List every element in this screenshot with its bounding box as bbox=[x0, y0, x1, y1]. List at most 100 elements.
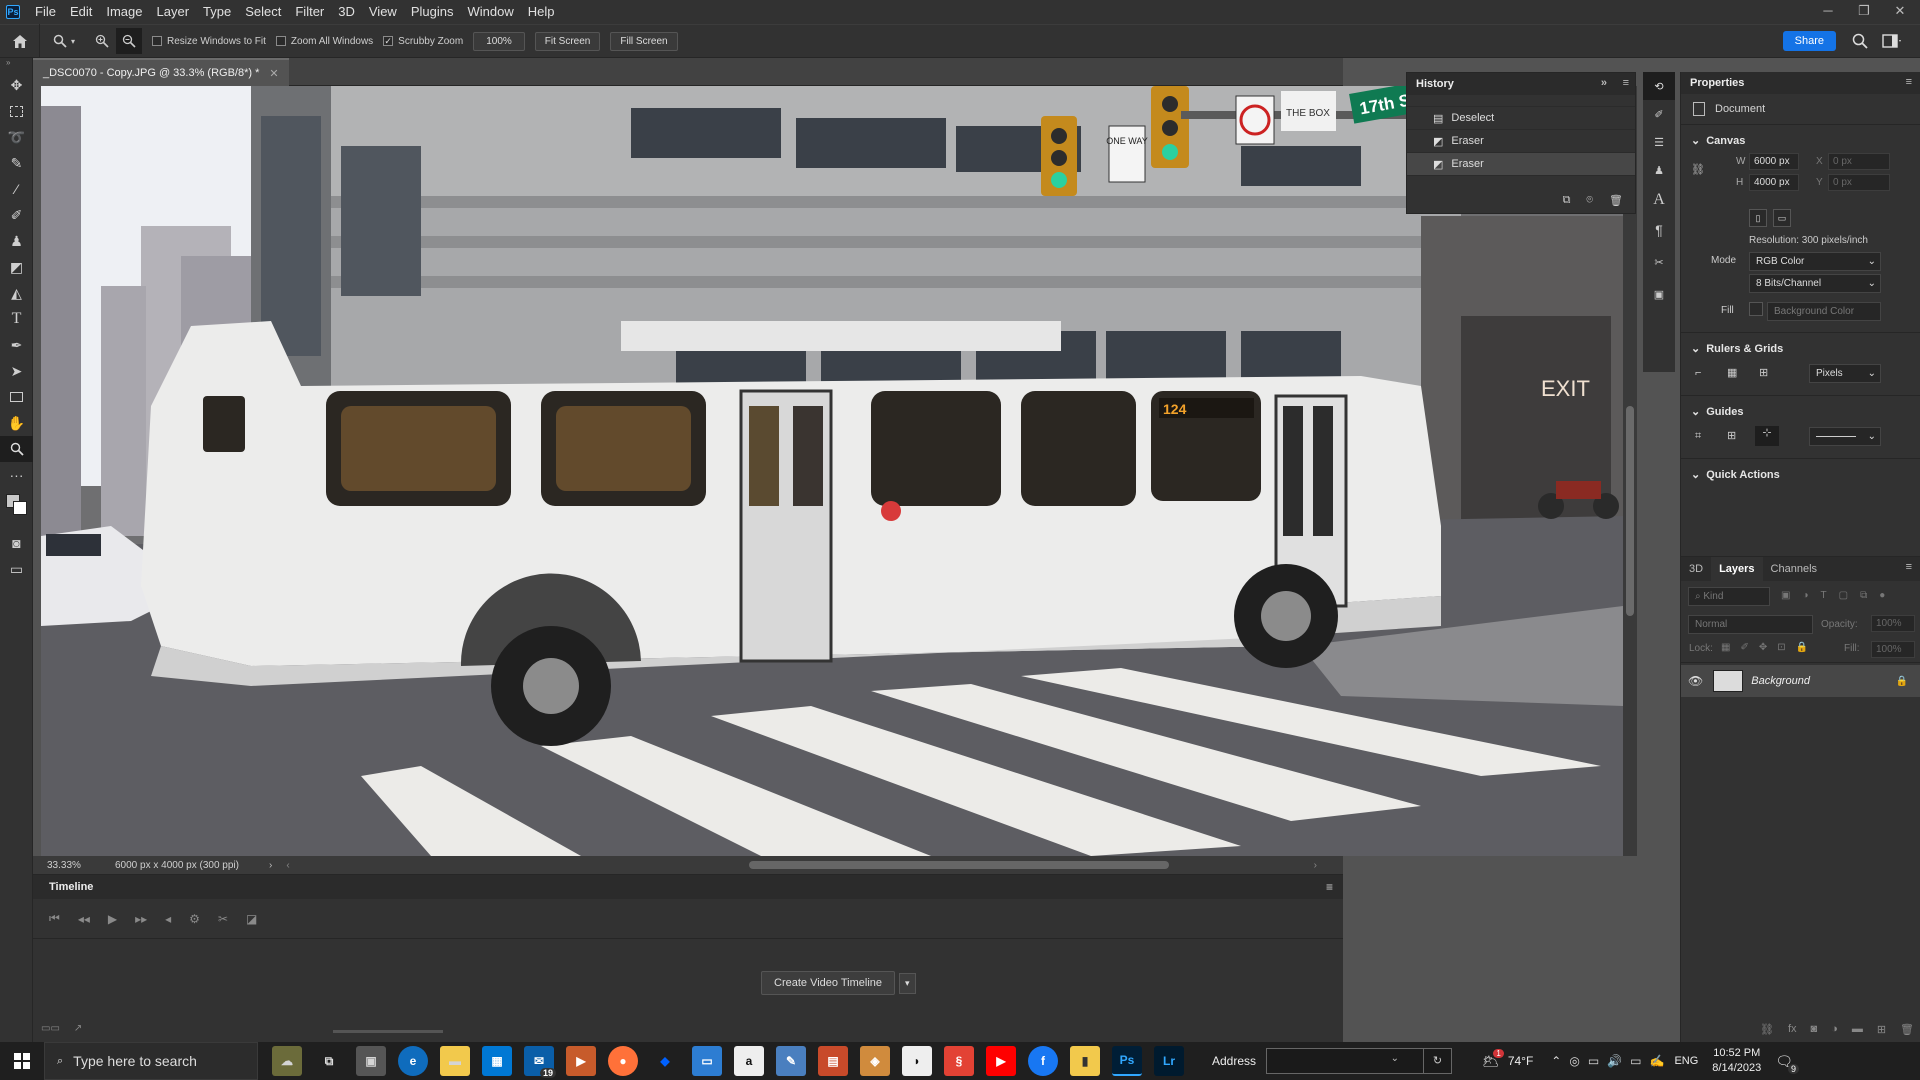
fill-color-swatch[interactable] bbox=[1749, 302, 1763, 316]
restore-icon[interactable]: ❐ bbox=[1850, 0, 1878, 22]
weather-icon[interactable]: 🌥 1 bbox=[1482, 1048, 1504, 1070]
document-canvas[interactable]: EXIT 124 ONE WAY THE BOX 17th St bbox=[41, 86, 1623, 856]
adjustment-layer-icon[interactable]: ◑ bbox=[1831, 1023, 1838, 1036]
history-panel-icon[interactable]: ⟲ bbox=[1643, 72, 1675, 100]
volume-icon[interactable]: 🔊 bbox=[1607, 1054, 1622, 1068]
paint-bucket-tool-icon[interactable]: ◭ bbox=[0, 280, 33, 306]
opacity-field[interactable]: 100% bbox=[1871, 615, 1915, 632]
menu-help[interactable]: Help bbox=[521, 0, 562, 24]
marquee-tool-icon[interactable] bbox=[0, 98, 33, 124]
menu-window[interactable]: Window bbox=[460, 0, 520, 24]
microsoft-store-icon[interactable]: ▦ bbox=[482, 1046, 512, 1076]
play-icon[interactable]: ▶ bbox=[108, 912, 117, 926]
shape-filter-icon[interactable]: ▢ bbox=[1839, 590, 1848, 601]
menu-layer[interactable]: Layer bbox=[150, 0, 197, 24]
zoom-tool-icon[interactable] bbox=[0, 436, 33, 462]
libraries-icon[interactable]: ▣ bbox=[1643, 280, 1675, 308]
language-indicator[interactable]: ENG bbox=[1674, 1055, 1698, 1067]
timeline-menu-icon[interactable]: ≡ bbox=[1326, 880, 1333, 894]
share-button[interactable]: Share bbox=[1782, 31, 1836, 51]
layer-lock-icon[interactable]: 🔒 bbox=[1896, 676, 1908, 687]
lock-image-icon[interactable]: ✐ bbox=[1740, 642, 1748, 653]
width-field[interactable]: 6000 px bbox=[1749, 153, 1799, 170]
adjustments-icon[interactable]: ☰ bbox=[1643, 128, 1675, 156]
bit-depth-dropdown[interactable]: 8 Bits/Channel ⌄ bbox=[1749, 274, 1881, 293]
add-mask-icon[interactable]: ◙ bbox=[1811, 1023, 1818, 1036]
network-icon[interactable]: ▭ bbox=[1630, 1054, 1641, 1068]
filter-toggle-icon[interactable]: ● bbox=[1879, 590, 1885, 601]
properties-menu-icon[interactable]: ≡ bbox=[1906, 76, 1912, 88]
menu-file[interactable]: File bbox=[28, 0, 63, 24]
quick-mask-icon[interactable]: ◙ bbox=[0, 530, 33, 556]
clock[interactable]: 10:52 PM 8/14/2023 bbox=[1712, 1046, 1761, 1076]
previous-frame-icon[interactable]: ◂◂ bbox=[78, 912, 90, 926]
tray-battery-icon[interactable]: ▭ bbox=[1588, 1054, 1599, 1068]
mode-dropdown[interactable]: RGB Color ⌄ bbox=[1749, 252, 1881, 271]
background-color-swatch[interactable] bbox=[13, 501, 27, 515]
stamp-tool-icon[interactable]: ♟ bbox=[0, 228, 33, 254]
chevron-down-icon[interactable]: ⌄ bbox=[1391, 1053, 1399, 1064]
fill-dropdown[interactable]: Background Color bbox=[1767, 302, 1881, 321]
app-icon-red[interactable]: § bbox=[944, 1046, 974, 1076]
visibility-eye-icon[interactable]: 👁 bbox=[1688, 674, 1703, 688]
app-icon-tag[interactable]: ◗ bbox=[902, 1046, 932, 1076]
type-tool-icon[interactable]: T bbox=[0, 306, 33, 332]
path-selection-tool-icon[interactable]: ➤ bbox=[0, 358, 33, 384]
youtube-icon[interactable]: ▶ bbox=[986, 1046, 1016, 1076]
transition-icon[interactable]: ◪ bbox=[246, 912, 257, 926]
link-chain-icon[interactable]: ⛓ bbox=[1691, 163, 1705, 176]
layer-style-fx-icon[interactable]: fx bbox=[1788, 1023, 1797, 1036]
layer-name[interactable]: Background bbox=[1751, 675, 1810, 687]
smart-guides-icon[interactable]: ⊹ bbox=[1755, 426, 1779, 446]
height-field[interactable]: 4000 px bbox=[1749, 174, 1799, 191]
vertical-scroll-thumb[interactable] bbox=[1626, 406, 1634, 616]
link-layers-icon[interactable]: ⛓ bbox=[1760, 1023, 1774, 1036]
app-icon-amber[interactable]: ◈ bbox=[860, 1046, 890, 1076]
refresh-icon[interactable]: ↻ bbox=[1423, 1049, 1451, 1073]
rulers-grids-section-header[interactable]: ⌄ Rulers & Grids bbox=[1681, 333, 1920, 356]
timeline-dropdown-icon[interactable]: ▾ bbox=[899, 972, 916, 994]
screen-mode-icon[interactable]: ▭ bbox=[0, 556, 33, 582]
lasso-tool-icon[interactable]: ➰ bbox=[0, 124, 33, 150]
split-scissors-icon[interactable]: ✂ bbox=[218, 912, 228, 926]
mail-app-icon[interactable]: ✉ 19 bbox=[524, 1046, 556, 1078]
close-icon[interactable]: ✕ bbox=[1886, 0, 1914, 22]
lock-all-icon[interactable]: 🔒 bbox=[1796, 642, 1808, 653]
snapshot-camera-icon[interactable]: ⌾ bbox=[1586, 194, 1593, 207]
lock-artboard-icon[interactable]: ⊡ bbox=[1777, 642, 1785, 653]
collapse-icon[interactable]: » bbox=[0, 58, 32, 72]
color-swatches[interactable] bbox=[0, 488, 32, 530]
guide-layout-icon[interactable]: ⌗ bbox=[1695, 430, 1701, 443]
windows-start-icon[interactable] bbox=[0, 1042, 44, 1080]
history-item[interactable]: ▤ Deselect bbox=[1407, 107, 1635, 130]
zoom-level[interactable]: 33.33% bbox=[47, 860, 107, 871]
tab-3d[interactable]: 3D bbox=[1681, 563, 1711, 575]
frame-mode-icon[interactable]: ▭▭ bbox=[41, 1023, 60, 1034]
grid-icon[interactable]: ▦ bbox=[1727, 366, 1737, 379]
lock-position-icon[interactable]: ✥ bbox=[1759, 642, 1767, 653]
menu-image[interactable]: Image bbox=[99, 0, 149, 24]
first-frame-icon[interactable]: ⏮ bbox=[49, 911, 60, 926]
history-item[interactable]: ◩ Eraser bbox=[1407, 130, 1635, 153]
pixel-grid-icon[interactable]: ⊞ bbox=[1759, 366, 1768, 379]
brush-tool-icon[interactable]: ✐ bbox=[0, 202, 33, 228]
task-view-icon[interactable]: ⧉ bbox=[314, 1046, 344, 1076]
app-icon-blue[interactable]: ▭ bbox=[692, 1046, 722, 1076]
new-layer-icon[interactable]: ⊞ bbox=[1877, 1023, 1886, 1036]
menu-plugins[interactable]: Plugins bbox=[404, 0, 461, 24]
units-dropdown[interactable]: Pixels ⌄ bbox=[1809, 364, 1881, 383]
pen-icon[interactable]: ✍ bbox=[1649, 1054, 1664, 1068]
hand-tool-icon[interactable]: ✋ bbox=[0, 410, 33, 436]
history-collapse-icon[interactable]: » bbox=[1601, 77, 1607, 89]
settings-gear-icon[interactable]: ⚙ bbox=[189, 912, 200, 926]
search-icon[interactable] bbox=[1852, 33, 1868, 52]
zoom-in-icon[interactable] bbox=[88, 34, 116, 48]
tray-chevron-up-icon[interactable]: ⌃ bbox=[1551, 1054, 1561, 1068]
character-panel-icon[interactable]: A bbox=[1643, 184, 1675, 216]
paragraph-panel-icon[interactable]: ¶ bbox=[1643, 216, 1675, 244]
menu-edit[interactable]: Edit bbox=[63, 0, 99, 24]
menu-3d[interactable]: 3D bbox=[331, 0, 362, 24]
timeline-zoom-slider[interactable] bbox=[333, 1030, 443, 1033]
pen-tool-icon[interactable]: ✒ bbox=[0, 332, 33, 358]
dropbox-icon[interactable]: ◆ bbox=[650, 1046, 680, 1076]
